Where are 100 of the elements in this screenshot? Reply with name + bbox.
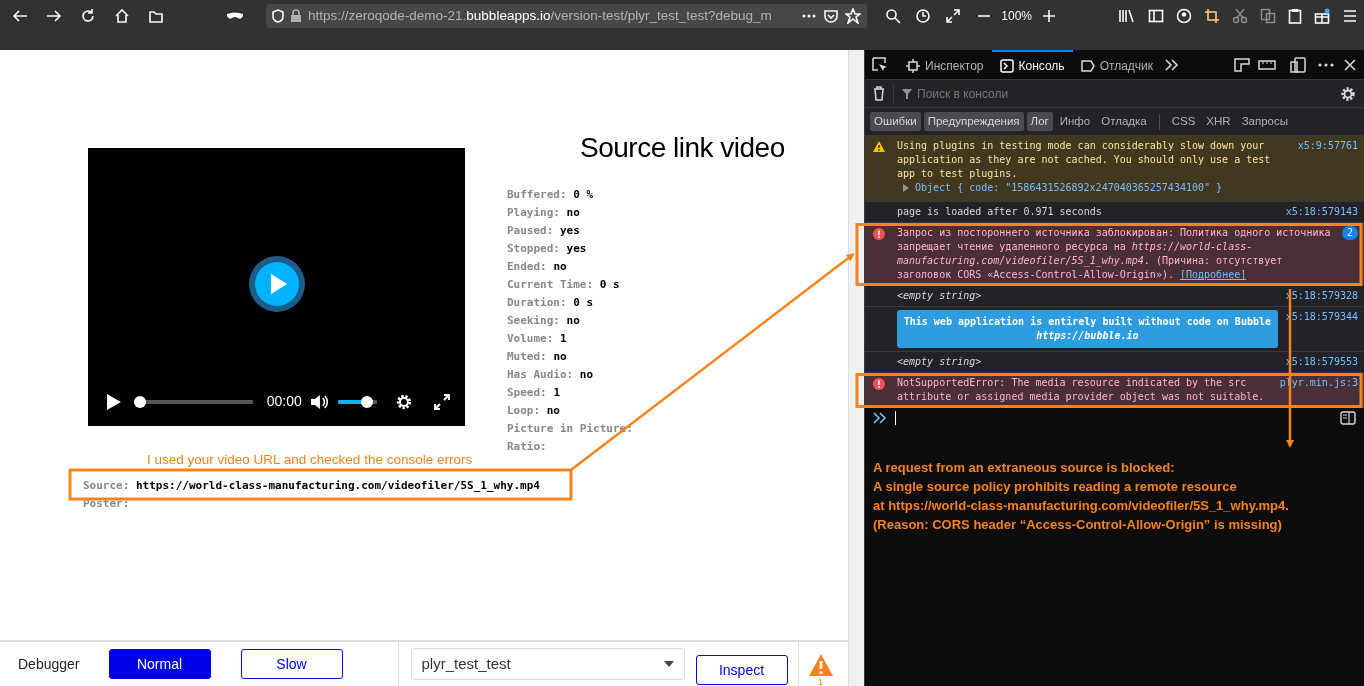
stat-line: Loop: no <box>507 403 561 419</box>
copy-icon[interactable] <box>1260 8 1276 24</box>
video-player[interactable]: 00:00 <box>88 148 465 426</box>
settings-icon[interactable] <box>1340 85 1356 102</box>
reload-icon[interactable] <box>80 8 96 24</box>
ruler-icon[interactable] <box>1258 60 1276 70</box>
filter-button[interactable]: Отладка <box>1097 111 1151 132</box>
sidebar-icon[interactable] <box>1340 411 1356 425</box>
volume-icon[interactable] <box>309 392 330 411</box>
filter-button[interactable]: Запросы <box>1237 111 1293 132</box>
stat-line: Duration: 0 s <box>507 295 595 311</box>
search-icon[interactable] <box>885 8 902 24</box>
expand-triangle-icon <box>903 184 909 192</box>
zoom-level[interactable]: 100% <box>1001 7 1032 25</box>
warning-icon <box>873 141 885 153</box>
home-icon[interactable] <box>114 8 130 24</box>
shield-icon <box>272 9 284 23</box>
more-icon[interactable] <box>1318 63 1334 67</box>
filter-button[interactable]: Ошибки <box>870 111 921 132</box>
time-display: 00:00 <box>266 392 302 411</box>
explanation-line: A single source policy prohibits reading a remote resource <box>873 478 1238 496</box>
filter-button[interactable]: Предупреждения <box>923 111 1024 132</box>
slider-thumb[interactable] <box>133 395 146 408</box>
debugger-icon <box>1080 58 1095 73</box>
slider-thumb[interactable] <box>361 395 374 408</box>
stat-line: Has Audio: no <box>507 367 595 383</box>
caret-icon <box>663 661 674 667</box>
mode-button[interactable]: Slow <box>240 649 343 679</box>
explanation-line: A request from an extraneous source is blocked: <box>873 459 1176 477</box>
poster-line: Poster: <box>83 496 130 512</box>
prompt-icon <box>873 412 887 424</box>
object-preview[interactable]: Object { code: "1586431526892x247040365257434100" } <box>897 181 1290 195</box>
stat-line: Ended: no <box>507 259 568 275</box>
clock-icon[interactable] <box>915 8 932 24</box>
chevrons-icon[interactable] <box>1165 59 1180 71</box>
inspector-icon <box>906 58 920 73</box>
crop-icon[interactable] <box>1204 8 1220 24</box>
filter-button[interactable]: CSS <box>1167 111 1200 132</box>
warning-icon <box>807 653 834 677</box>
stat-line: Speed: 1 <box>507 385 561 401</box>
play-button[interactable] <box>248 255 305 312</box>
star-icon[interactable] <box>845 8 862 24</box>
stat-line: Muted: no <box>507 349 568 365</box>
library-icon[interactable] <box>1118 8 1136 24</box>
styled-message: This web application is entirely built without code on Bubble https://bubble.io <box>897 310 1278 348</box>
expand-icon[interactable] <box>945 8 962 24</box>
devtools-tab[interactable]: Инспектор <box>898 50 992 79</box>
account-icon[interactable] <box>1176 8 1192 24</box>
menu-icon[interactable] <box>1342 8 1358 24</box>
search-field[interactable]: Поиск в консоли <box>917 84 1332 103</box>
ruler-icon[interactable] <box>1234 58 1250 72</box>
plus-icon[interactable] <box>1042 9 1056 23</box>
pocket-icon[interactable] <box>823 9 840 23</box>
stat-line: Stopped: yes <box>507 241 588 257</box>
error-icon <box>873 228 885 240</box>
inspect-button[interactable]: Inspect <box>695 655 788 685</box>
message-text: Using plugins in testing mode can considerably slow down your application as they are not cached. You should only use a test app to test plugins. <box>897 139 1272 181</box>
message-text: page is loaded after 0.971 seconds <box>897 205 1103 219</box>
console-icon <box>999 58 1014 73</box>
play-icon[interactable] <box>104 392 122 411</box>
clipboard-icon[interactable] <box>1288 8 1302 24</box>
source-location[interactable]: x5:9:57761 <box>1297 139 1358 195</box>
devtools-tab[interactable]: Консоль <box>991 50 1073 79</box>
warning-count: 1 <box>818 677 823 686</box>
stat-line: Buffered: 0 % <box>507 187 595 203</box>
message-text: NotSupportedError: The media resource indicated by the src attribute or assigned media provider object was not suitable. <box>897 376 1266 404</box>
picker-icon[interactable] <box>872 57 888 73</box>
debugger-label: Debugger <box>18 654 80 674</box>
close-icon[interactable] <box>1344 59 1356 71</box>
stat-line: Paused: yes <box>507 223 581 239</box>
stat-line: Current Time: 0 s <box>507 277 621 293</box>
settings-icon[interactable] <box>395 392 414 411</box>
scissors-icon[interactable] <box>1232 8 1248 24</box>
devtools-tab[interactable]: Отладчик <box>1072 50 1162 79</box>
more-link[interactable]: [Подробнее] <box>1180 269 1247 280</box>
explanation-line: at https://world-class-manufacturing.com/videofiler/5S_1_why.mp4. <box>873 497 1290 515</box>
stat-line: Ratio: <box>507 439 548 455</box>
empty-string: <empty string> <box>897 289 983 303</box>
filter-button[interactable]: Инфо <box>1055 111 1095 132</box>
fullscreen-icon[interactable] <box>433 392 451 411</box>
gift-icon[interactable] <box>1314 8 1330 24</box>
element-select[interactable]: plyr_test_test <box>410 648 685 680</box>
explanation-line: (Reason: CORS header “Access-Control-Allow-Origin” is missing) <box>873 516 1283 534</box>
source-location[interactable]: x5:18:579143 <box>1285 205 1358 219</box>
page-heading: Source link video <box>580 131 785 165</box>
error-icon <box>873 378 885 390</box>
scrollbar[interactable] <box>848 50 864 686</box>
source-line: Source: https://world-class-manufacturing.com/videofiler/5S_1_why.mp4 <box>83 478 540 494</box>
mode-button[interactable]: Normal <box>108 649 211 679</box>
lock-icon <box>290 9 302 23</box>
trash-icon[interactable] <box>873 86 885 101</box>
forward-icon[interactable] <box>46 8 62 24</box>
stat-line: Playing: no <box>507 205 581 221</box>
filter-button[interactable]: XHR <box>1202 111 1235 132</box>
back-icon[interactable] <box>12 8 28 24</box>
responsive-icon[interactable] <box>1290 57 1306 73</box>
stat-line: Seeking: no <box>507 313 581 329</box>
filter-icon <box>902 88 912 99</box>
folder-icon[interactable] <box>148 8 164 24</box>
filter-button[interactable]: Лог <box>1026 111 1053 132</box>
